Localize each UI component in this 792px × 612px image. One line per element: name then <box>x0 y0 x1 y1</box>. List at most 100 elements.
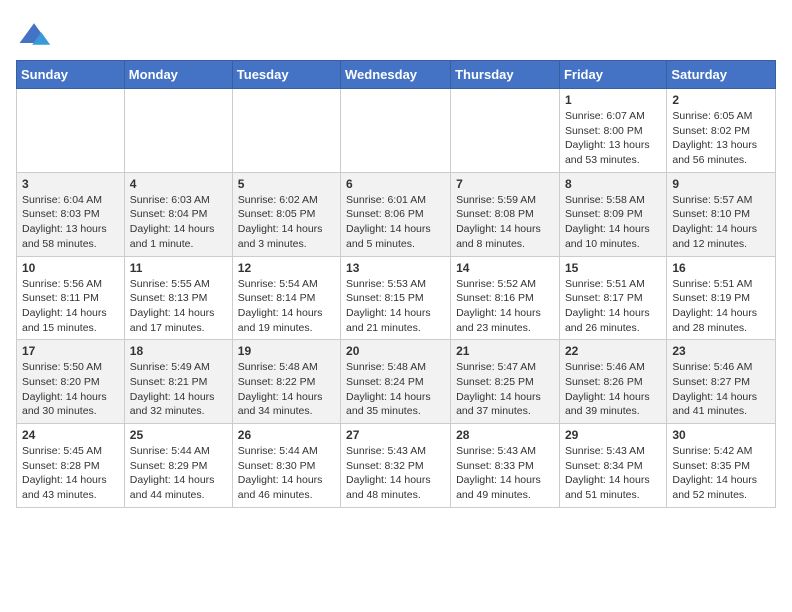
weekday-header-tuesday: Tuesday <box>232 61 340 89</box>
calendar-cell <box>341 89 451 173</box>
day-info: Sunrise: 5:51 AMSunset: 8:19 PMDaylight:… <box>672 277 770 336</box>
calendar-cell: 29 Sunrise: 5:43 AMSunset: 8:34 PMDayligh… <box>559 424 666 508</box>
calendar-cell: 23Sunrise: 5:46 AMSunset: 8:27 PMDayligh… <box>667 340 776 424</box>
weekday-header-sunday: Sunday <box>17 61 125 89</box>
day-number: 12 <box>238 261 335 275</box>
calendar-cell: 21 Sunrise: 5:47 AMSunset: 8:25 PMDayligh… <box>451 340 560 424</box>
day-number: 24 <box>22 428 119 442</box>
day-number: 20 <box>346 344 445 358</box>
calendar-cell: 28 Sunrise: 5:43 AMSunset: 8:33 PMDayligh… <box>451 424 560 508</box>
calendar-cell: 19 Sunrise: 5:48 AMSunset: 8:22 PMDayligh… <box>232 340 340 424</box>
day-number: 5 <box>238 177 335 191</box>
day-info: Sunrise: 5:59 AMSunset: 8:08 PMDaylight:… <box>456 193 554 252</box>
calendar-cell <box>124 89 232 173</box>
weekday-header-friday: Friday <box>559 61 666 89</box>
calendar-cell <box>232 89 340 173</box>
calendar-cell: 11Sunrise: 5:55 AMSunset: 8:13 PMDayligh… <box>124 256 232 340</box>
weekday-header-row: SundayMondayTuesdayWednesdayThursdayFrid… <box>17 61 776 89</box>
day-info: Sunrise: 5:48 AMSunset: 8:22 PMDaylight:… <box>238 360 335 419</box>
calendar-table: SundayMondayTuesdayWednesdayThursdayFrid… <box>16 60 776 508</box>
day-number: 8 <box>565 177 661 191</box>
day-info: Sunrise: 5:53 AMSunset: 8:15 PMDaylight:… <box>346 277 445 336</box>
day-number: 30 <box>672 428 770 442</box>
calendar-cell: 14 Sunrise: 5:52 AMSunset: 8:16 PMDayligh… <box>451 256 560 340</box>
day-number: 16 <box>672 261 770 275</box>
week-row-2: 3 Sunrise: 6:04 AMSunset: 8:03 PMDaylight… <box>17 172 776 256</box>
calendar-cell: 1 Sunrise: 6:07 AMSunset: 8:00 PMDaylight… <box>559 89 666 173</box>
day-number: 1 <box>565 93 661 107</box>
week-row-4: 17 Sunrise: 5:50 AMSunset: 8:20 PMDayligh… <box>17 340 776 424</box>
day-info: Sunrise: 5:47 AMSunset: 8:25 PMDaylight:… <box>456 360 554 419</box>
calendar-cell: 4 Sunrise: 6:03 AMSunset: 8:04 PMDaylight… <box>124 172 232 256</box>
day-info: Sunrise: 6:03 AMSunset: 8:04 PMDaylight:… <box>130 193 227 252</box>
calendar-cell: 24 Sunrise: 5:45 AMSunset: 8:28 PMDayligh… <box>17 424 125 508</box>
page-header <box>16 16 776 52</box>
weekday-header-wednesday: Wednesday <box>341 61 451 89</box>
calendar-cell: 13 Sunrise: 5:53 AMSunset: 8:15 PMDayligh… <box>341 256 451 340</box>
day-number: 29 <box>565 428 661 442</box>
day-info: Sunrise: 5:44 AMSunset: 8:29 PMDaylight:… <box>130 444 227 503</box>
day-info: Sunrise: 5:55 AMSunset: 8:13 PMDaylight:… <box>130 277 227 336</box>
day-number: 13 <box>346 261 445 275</box>
calendar-cell: 7 Sunrise: 5:59 AMSunset: 8:08 PMDaylight… <box>451 172 560 256</box>
day-info: Sunrise: 6:04 AMSunset: 8:03 PMDaylight:… <box>22 193 119 252</box>
day-number: 3 <box>22 177 119 191</box>
calendar-cell: 3 Sunrise: 6:04 AMSunset: 8:03 PMDaylight… <box>17 172 125 256</box>
calendar-cell: 26Sunrise: 5:44 AMSunset: 8:30 PMDayligh… <box>232 424 340 508</box>
week-row-1: 1 Sunrise: 6:07 AMSunset: 8:00 PMDaylight… <box>17 89 776 173</box>
day-number: 10 <box>22 261 119 275</box>
day-number: 27 <box>346 428 445 442</box>
day-info: Sunrise: 5:54 AMSunset: 8:14 PMDaylight:… <box>238 277 335 336</box>
calendar-cell: 20 Sunrise: 5:48 AMSunset: 8:24 PMDayligh… <box>341 340 451 424</box>
calendar-cell: 17 Sunrise: 5:50 AMSunset: 8:20 PMDayligh… <box>17 340 125 424</box>
calendar-cell: 6 Sunrise: 6:01 AMSunset: 8:06 PMDaylight… <box>341 172 451 256</box>
day-info: Sunrise: 5:46 AMSunset: 8:27 PMDaylight:… <box>672 360 770 419</box>
day-number: 21 <box>456 344 554 358</box>
calendar-cell: 2 Sunrise: 6:05 AMSunset: 8:02 PMDaylight… <box>667 89 776 173</box>
weekday-header-thursday: Thursday <box>451 61 560 89</box>
day-number: 18 <box>130 344 227 358</box>
day-info: Sunrise: 5:48 AMSunset: 8:24 PMDaylight:… <box>346 360 445 419</box>
day-number: 9 <box>672 177 770 191</box>
day-number: 6 <box>346 177 445 191</box>
day-info: Sunrise: 5:57 AMSunset: 8:10 PMDaylight:… <box>672 193 770 252</box>
calendar-cell: 9 Sunrise: 5:57 AMSunset: 8:10 PMDaylight… <box>667 172 776 256</box>
day-info: Sunrise: 5:42 AMSunset: 8:35 PMDaylight:… <box>672 444 770 503</box>
day-info: Sunrise: 6:05 AMSunset: 8:02 PMDaylight:… <box>672 109 770 168</box>
day-info: Sunrise: 5:44 AMSunset: 8:30 PMDaylight:… <box>238 444 335 503</box>
day-number: 7 <box>456 177 554 191</box>
day-number: 22 <box>565 344 661 358</box>
calendar-cell: 30 Sunrise: 5:42 AMSunset: 8:35 PMDayligh… <box>667 424 776 508</box>
day-number: 28 <box>456 428 554 442</box>
weekday-header-saturday: Saturday <box>667 61 776 89</box>
day-number: 25 <box>130 428 227 442</box>
day-info: Sunrise: 5:43 AMSunset: 8:34 PMDaylight:… <box>565 444 661 503</box>
day-number: 19 <box>238 344 335 358</box>
day-info: Sunrise: 5:49 AMSunset: 8:21 PMDaylight:… <box>130 360 227 419</box>
calendar-cell: 8Sunrise: 5:58 AMSunset: 8:09 PMDaylight… <box>559 172 666 256</box>
day-info: Sunrise: 5:45 AMSunset: 8:28 PMDaylight:… <box>22 444 119 503</box>
logo <box>16 16 56 52</box>
week-row-5: 24 Sunrise: 5:45 AMSunset: 8:28 PMDayligh… <box>17 424 776 508</box>
calendar-cell: 25 Sunrise: 5:44 AMSunset: 8:29 PMDayligh… <box>124 424 232 508</box>
day-number: 4 <box>130 177 227 191</box>
day-info: Sunrise: 5:46 AMSunset: 8:26 PMDaylight:… <box>565 360 661 419</box>
calendar-cell <box>17 89 125 173</box>
day-info: Sunrise: 5:52 AMSunset: 8:16 PMDaylight:… <box>456 277 554 336</box>
day-number: 14 <box>456 261 554 275</box>
day-info: Sunrise: 6:07 AMSunset: 8:00 PMDaylight:… <box>565 109 661 168</box>
day-number: 17 <box>22 344 119 358</box>
day-info: Sunrise: 5:50 AMSunset: 8:20 PMDaylight:… <box>22 360 119 419</box>
week-row-3: 10 Sunrise: 5:56 AMSunset: 8:11 PMDayligh… <box>17 256 776 340</box>
weekday-header-monday: Monday <box>124 61 232 89</box>
calendar-cell: 16 Sunrise: 5:51 AMSunset: 8:19 PMDayligh… <box>667 256 776 340</box>
calendar-cell: 15 Sunrise: 5:51 AMSunset: 8:17 PMDayligh… <box>559 256 666 340</box>
calendar-cell: 27Sunrise: 5:43 AMSunset: 8:32 PMDayligh… <box>341 424 451 508</box>
day-info: Sunrise: 6:01 AMSunset: 8:06 PMDaylight:… <box>346 193 445 252</box>
calendar-cell: 5Sunrise: 6:02 AMSunset: 8:05 PMDaylight… <box>232 172 340 256</box>
day-info: Sunrise: 5:51 AMSunset: 8:17 PMDaylight:… <box>565 277 661 336</box>
day-number: 2 <box>672 93 770 107</box>
day-info: Sunrise: 5:43 AMSunset: 8:33 PMDaylight:… <box>456 444 554 503</box>
day-info: Sunrise: 5:56 AMSunset: 8:11 PMDaylight:… <box>22 277 119 336</box>
day-number: 15 <box>565 261 661 275</box>
